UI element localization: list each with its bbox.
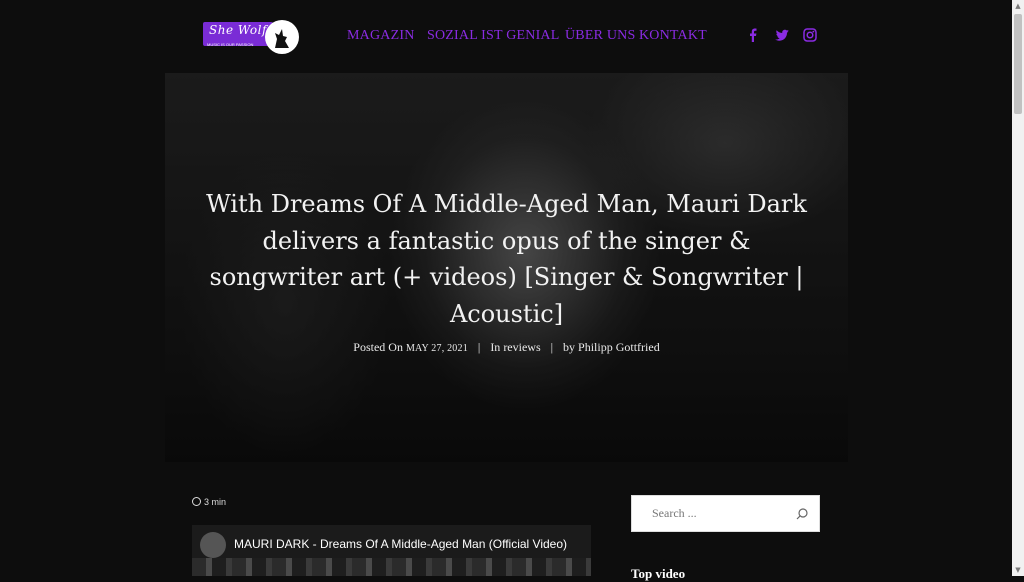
search-box	[631, 495, 820, 532]
logo-tagline: MUSIC IS OUR PASSION	[207, 42, 254, 47]
search-icon[interactable]	[795, 507, 809, 521]
scroll-down-arrow[interactable]: ▼	[1012, 564, 1024, 576]
logo-badge: She Wolf MUSIC IS OUR PASSION	[203, 22, 273, 47]
category-link[interactable]: reviews	[503, 340, 540, 354]
facebook-icon[interactable]	[745, 27, 761, 43]
article-title: With Dreams Of A Middle-Aged Man, Mauri …	[206, 190, 807, 328]
read-time-value: 3 min	[204, 497, 227, 507]
nav-item-ueber-uns[interactable]: ÜBER UNS	[565, 28, 635, 44]
site-logo[interactable]: She Wolf MUSIC IS OUR PASSION	[203, 20, 299, 56]
scrollbar-thumb[interactable]	[1014, 14, 1022, 114]
author-prefix: by	[563, 340, 576, 354]
category-prefix: In	[490, 340, 501, 354]
nav-item-magazin[interactable]: MAGAZIN	[347, 28, 415, 44]
logo-text: She Wolf	[209, 23, 267, 37]
twitter-icon[interactable]	[774, 27, 790, 43]
clock-icon	[192, 497, 201, 506]
site-header: She Wolf MUSIC IS OUR PASSION MAGAZIN SO…	[0, 0, 1012, 72]
page-scrollbar[interactable]: ▲ ▼	[1012, 0, 1024, 576]
author-link[interactable]: Philipp Gottfried	[578, 340, 660, 354]
wolf-icon	[265, 20, 299, 54]
meta-separator: |	[550, 340, 554, 354]
posted-on-label: Posted On	[353, 340, 403, 354]
nav-item-kontakt[interactable]: KONTAKT	[639, 28, 707, 44]
hero-image: With Dreams Of A Middle-Aged Man, Mauri …	[165, 73, 848, 462]
instagram-icon[interactable]	[802, 27, 818, 43]
channel-avatar[interactable]	[200, 532, 226, 558]
sidebar-heading: Top video	[631, 566, 686, 581]
article-meta: Posted On MAY 27, 2021 | In reviews | by…	[165, 340, 848, 355]
search-input[interactable]	[650, 505, 794, 522]
read-time: 3 min	[192, 497, 226, 507]
nav-item-sozial-ist-genial[interactable]: SOZIAL IST GENIAL	[427, 28, 560, 44]
meta-separator: |	[477, 340, 481, 354]
video-embed[interactable]: MAURI DARK - Dreams Of A Middle-Aged Man…	[192, 525, 591, 576]
scroll-up-arrow[interactable]: ▲	[1012, 0, 1024, 12]
post-date: MAY 27, 2021	[405, 343, 468, 354]
video-preview[interactable]	[192, 558, 591, 576]
video-title[interactable]: MAURI DARK - Dreams Of A Middle-Aged Man…	[234, 537, 567, 551]
